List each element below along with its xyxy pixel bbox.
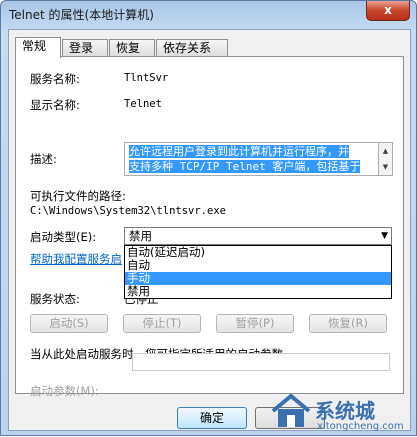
startup-type-label: 启动类型(E):	[30, 230, 97, 244]
general-panel: 服务名称: TlntSvr 显示名称: Telnet 描述: 允许远程用户登录到…	[15, 56, 404, 398]
start-params-label: 启动参数(M):	[30, 384, 99, 398]
display-name-label: 显示名称:	[30, 98, 80, 112]
chevron-down-icon[interactable]: ▼	[381, 228, 388, 244]
description-line-1: 允许远程用户登录到此计算机并运行程序，并	[129, 145, 349, 158]
exe-path-value: C:\Windows\System32\tlntsvr.exe	[30, 205, 226, 217]
tab-logon[interactable]: 登录	[62, 39, 108, 56]
watermark-brand: 系统城	[315, 399, 375, 423]
start-params-input[interactable]	[132, 353, 390, 371]
properties-window: Telnet 的属性(本地计算机) x 常规 登录 恢复 依存关系 服务名称: …	[0, 0, 417, 436]
scroll-up-icon[interactable]: ▲	[379, 143, 392, 159]
description-scrollbar[interactable]: ▲ ▼	[379, 142, 393, 176]
service-name-label: 服务名称:	[30, 72, 80, 86]
tab-dependencies[interactable]: 依存关系	[156, 39, 228, 56]
display-name-value: Telnet	[124, 98, 162, 110]
exe-path-label: 可执行文件的路径:	[30, 189, 126, 203]
stop-button[interactable]: 停止(T)	[123, 314, 201, 333]
dialog-client: 常规 登录 恢复 依存关系 服务名称: TlntSvr 显示名称: Telnet…	[8, 29, 411, 431]
description-box[interactable]: 允许远程用户登录到此计算机并运行程序，并 支持多种 TCP/IP Telnet …	[124, 142, 379, 176]
service-status-label: 服务状态:	[30, 292, 80, 306]
description-line-2: 支持多种 TCP/IP Telnet 客户端，包括基于	[129, 160, 361, 173]
close-button[interactable]: x	[366, 1, 410, 21]
tab-general[interactable]: 常规	[15, 37, 61, 58]
startup-type-dropdown: 自动(延迟启动) 自动 手动 禁用	[124, 245, 392, 299]
startup-type-select[interactable]: 禁用 ▼	[124, 227, 392, 245]
window-title: Telnet 的属性(本地计算机)	[9, 8, 154, 22]
watermark: 系统城 xitongcheng.com	[269, 391, 417, 437]
ok-button[interactable]: 确定	[177, 407, 247, 429]
watermark-url: xitongcheng.com	[317, 421, 404, 432]
option-auto-delayed[interactable]: 自动(延迟启动)	[125, 246, 391, 259]
resume-button[interactable]: 恢复(R)	[309, 314, 387, 333]
option-manual[interactable]: 手动	[125, 272, 391, 285]
help-configure-link[interactable]: 帮助我配置服务启	[30, 251, 122, 267]
start-button[interactable]: 启动(S)	[30, 314, 108, 333]
pause-button[interactable]: 暂停(P)	[216, 314, 294, 333]
scroll-down-icon[interactable]: ▼	[379, 159, 392, 175]
service-name-value: TlntSvr	[124, 72, 169, 84]
option-auto[interactable]: 自动	[125, 259, 391, 272]
house-logo-icon	[271, 393, 311, 427]
startup-type-value: 禁用	[129, 229, 152, 243]
tab-recovery[interactable]: 恢复	[109, 39, 155, 56]
title-bar[interactable]: Telnet 的属性(本地计算机) x	[1, 1, 416, 29]
option-disabled[interactable]: 禁用	[125, 285, 391, 298]
description-label: 描述:	[30, 152, 57, 166]
